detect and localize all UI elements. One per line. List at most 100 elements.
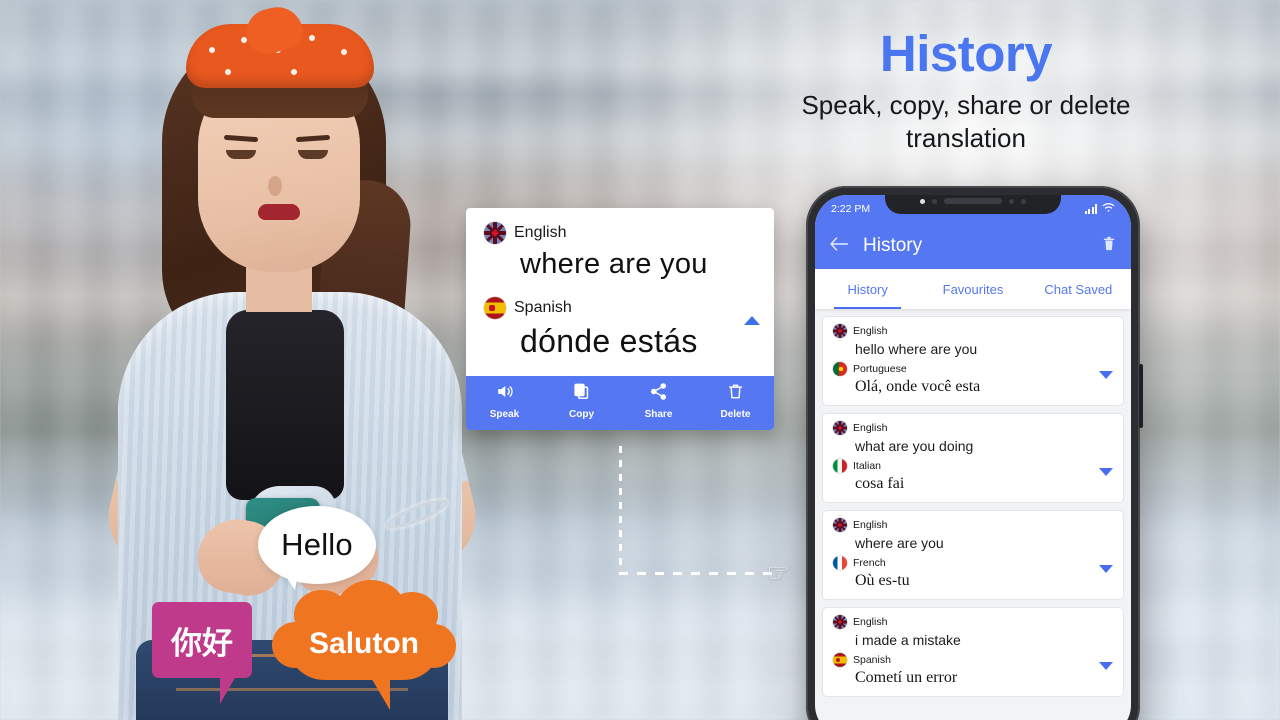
chevron-down-icon[interactable] xyxy=(1099,565,1113,573)
history-target-row: Spanish xyxy=(833,653,1113,667)
history-list-item[interactable]: English what are you doing Italian cosa … xyxy=(822,413,1124,503)
history-source-row: English xyxy=(833,324,1113,338)
history-source-text: where are you xyxy=(855,535,944,551)
share-button[interactable]: Share xyxy=(620,382,697,422)
history-source-row: English xyxy=(833,518,1113,532)
trash-icon xyxy=(697,382,774,401)
history-target-text: Où es-tu xyxy=(855,572,910,589)
history-source-text: hello where are you xyxy=(855,341,978,357)
history-source-language: English xyxy=(853,616,888,628)
status-bar: 2:22 PM xyxy=(815,195,1131,223)
page-subtitle: Speak, copy, share or delete translation xyxy=(801,90,1131,154)
translation-source-language: English xyxy=(514,224,567,241)
history-list-item[interactable]: English i made a mistake Spanish Cometí … xyxy=(822,607,1124,697)
inner-top xyxy=(226,310,344,500)
sensor-dot xyxy=(1021,198,1026,204)
delete-button[interactable]: Delete xyxy=(697,382,774,422)
history-target-row: Italian xyxy=(833,459,1113,473)
pointer-path-vertical xyxy=(619,446,622,574)
history-source-row: English xyxy=(833,421,1113,435)
translation-action-bar: Speak Copy Share Delete xyxy=(466,376,774,430)
translation-target-language: Spanish xyxy=(514,299,572,316)
phone-mockup: 2:22 PM History History Favourites Chat … xyxy=(806,186,1143,720)
nose xyxy=(268,176,282,196)
uk-flag-icon xyxy=(833,615,847,629)
translation-card-body: English where are you Spanish dónde está… xyxy=(466,208,774,376)
tab-chat-saved[interactable]: Chat Saved xyxy=(1026,269,1131,309)
app-bar: History xyxy=(815,223,1131,269)
italy-flag-icon xyxy=(833,459,847,473)
speech-bubble-hello-text: Hello xyxy=(281,527,353,562)
tab-favourites[interactable]: Favourites xyxy=(920,269,1025,309)
phone-notch xyxy=(885,195,1061,214)
history-list-item[interactable]: English where are you French Où es-tu xyxy=(822,510,1124,600)
history-target-language: French xyxy=(853,557,886,569)
delete-button-label: Delete xyxy=(720,409,751,420)
pointer-path-horizontal xyxy=(619,572,781,575)
signal-bars-icon xyxy=(1084,204,1097,214)
app-bar-title: History xyxy=(863,235,923,256)
copy-button-label: Copy xyxy=(569,409,594,420)
history-target-text: Olá, onde você esta xyxy=(855,378,981,395)
chevron-down-icon[interactable] xyxy=(1099,662,1113,670)
share-icon xyxy=(620,382,697,401)
speak-button[interactable]: Speak xyxy=(466,382,543,422)
tab-history-label: History xyxy=(847,281,888,297)
history-target-text: Cometí un error xyxy=(855,669,958,686)
speech-bubble-saluton: Saluton xyxy=(272,580,456,710)
lips xyxy=(258,204,300,220)
uk-flag-icon xyxy=(484,222,506,244)
speak-button-label: Speak xyxy=(489,409,520,420)
chevron-up-icon[interactable] xyxy=(744,316,760,325)
translation-source-text: where are you xyxy=(520,248,708,280)
earpiece-grille xyxy=(944,198,1002,204)
translation-target-row: Spanish xyxy=(484,297,756,319)
uk-flag-icon xyxy=(833,324,847,338)
sensor-dot xyxy=(1009,198,1014,204)
copy-button[interactable]: Copy xyxy=(543,382,620,422)
translation-source-row: English xyxy=(484,222,756,244)
phone-screen: 2:22 PM History History Favourites Chat … xyxy=(815,195,1131,720)
back-arrow-icon[interactable] xyxy=(829,236,849,257)
phone-power-button[interactable] xyxy=(1139,364,1143,428)
history-target-language: Italian xyxy=(853,460,882,472)
front-camera-icon xyxy=(920,198,925,204)
portugal-flag-icon xyxy=(833,362,847,376)
uk-flag-icon xyxy=(833,421,847,435)
uk-flag-icon xyxy=(833,518,847,532)
right-eye xyxy=(298,150,328,159)
sensor-dot xyxy=(932,198,937,204)
trash-icon[interactable] xyxy=(1101,235,1117,257)
history-source-row: English xyxy=(833,615,1113,629)
tab-history[interactable]: History xyxy=(815,269,920,309)
spain-flag-icon xyxy=(484,297,506,319)
speech-bubble-nihao: 你好 xyxy=(152,602,252,704)
tab-bar: History Favourites Chat Saved xyxy=(815,269,1131,309)
pointing-hand-icon: ☞ xyxy=(767,559,790,587)
history-source-language: English xyxy=(853,422,888,434)
history-source-text: what are you doing xyxy=(855,438,974,454)
left-eye xyxy=(226,150,256,159)
chevron-down-icon[interactable] xyxy=(1099,371,1113,379)
history-target-text: cosa fai xyxy=(855,475,905,492)
history-source-language: English xyxy=(853,325,888,337)
spain-flag-icon xyxy=(833,653,847,667)
translation-card[interactable]: English where are you Spanish dónde está… xyxy=(466,208,774,430)
history-source-language: English xyxy=(853,519,888,531)
copy-icon xyxy=(543,382,620,401)
history-list-item[interactable]: English hello where are you Portuguese O… xyxy=(822,316,1124,406)
speech-bubble-saluton-text: Saluton xyxy=(309,627,419,660)
history-target-language: Portuguese xyxy=(853,363,907,375)
history-target-language: Spanish xyxy=(853,654,891,666)
history-source-text: i made a mistake xyxy=(855,632,961,648)
headline-block: History Speak, copy, share or delete tra… xyxy=(786,24,1146,156)
wifi-icon xyxy=(1102,202,1115,216)
tab-chat-saved-label: Chat Saved xyxy=(1044,281,1113,297)
history-list: English hello where are you Portuguese O… xyxy=(815,309,1131,697)
chevron-down-icon[interactable] xyxy=(1099,468,1113,476)
speech-bubble-hello: Hello xyxy=(258,506,376,584)
tab-favourites-label: Favourites xyxy=(942,281,1004,297)
france-flag-icon xyxy=(833,556,847,570)
translation-target-text: dónde estás xyxy=(520,323,698,359)
history-target-row: French xyxy=(833,556,1113,570)
